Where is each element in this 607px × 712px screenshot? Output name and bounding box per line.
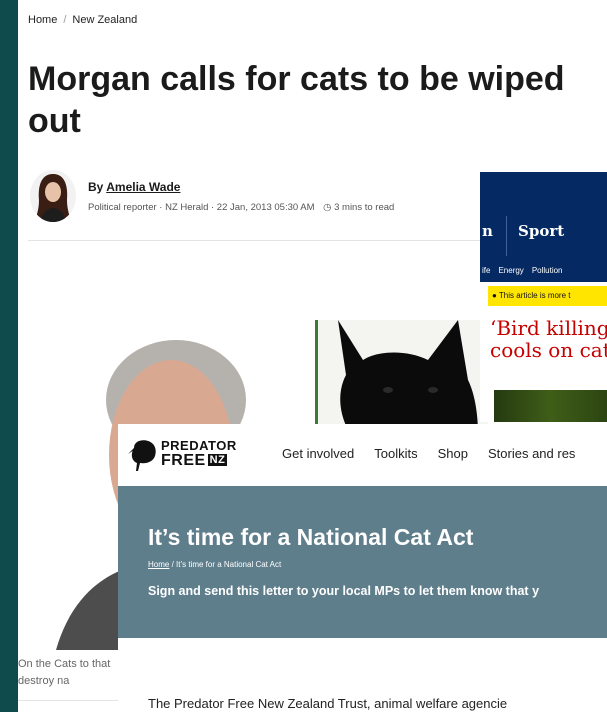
subnav-item-life[interactable]: ife — [482, 266, 490, 275]
guardian-article: n Sport ife Energy Pollution ● This articl… — [480, 172, 607, 422]
pf-breadcrumb-current: / It’s time for a National Cat Act — [169, 560, 282, 569]
author-role-date: Political reporter · NZ Herald · 22 Jan,… — [88, 202, 315, 213]
guardian-photo — [494, 390, 607, 422]
pf-subtitle: Sign and send this letter to your local … — [148, 584, 540, 598]
subnav-item-pollution[interactable]: Pollution — [532, 266, 563, 275]
nav-divider — [506, 216, 507, 256]
pf-body-text: The Predator Free New Zealand Trust, ani… — [148, 696, 508, 711]
age-warning-banner: ● This article is more t — [488, 286, 607, 306]
age-warning-text: This article is more t — [498, 291, 571, 300]
pf-logo-nz: NZ — [207, 454, 228, 466]
article-headline: Morgan calls for cats to be wiped out — [28, 60, 565, 140]
article-meta: Political reporter · NZ Herald · 22 Jan,… — [88, 202, 394, 213]
guardian-headline: ‘Bird killing cools on cat — [490, 317, 607, 361]
breadcrumb-new-zealand-link[interactable]: New Zealand — [72, 14, 137, 26]
pf-page-title: It’s time for a National Cat Act — [148, 524, 474, 550]
read-time: 3 mins to read — [334, 202, 395, 213]
breadcrumb: Home / New Zealand — [28, 14, 137, 26]
pf-logo[interactable]: PREDATOR FREE NZ — [128, 438, 258, 474]
guardian-subnav: ife Energy Pollution — [480, 260, 607, 282]
pf-logo-line1: PREDATOR — [161, 438, 237, 453]
nav-get-involved[interactable]: Get involved — [282, 446, 354, 461]
nav-shop[interactable]: Shop — [438, 446, 468, 461]
author-link[interactable]: Amelia Wade — [106, 180, 180, 194]
guardian-headline-line1: ‘Bird killing — [490, 316, 607, 340]
info-icon: ● — [492, 291, 497, 300]
divider — [28, 240, 498, 241]
nav-item-sport[interactable]: Sport — [518, 222, 564, 240]
predator-free-page: PREDATOR FREE NZ Get involved Toolkits Shop… — [118, 424, 607, 712]
byline: By Amelia Wade — [88, 180, 180, 194]
pf-header: PREDATOR FREE NZ Get involved Toolkits Shop… — [118, 424, 607, 486]
clock-icon: ◷ — [323, 202, 332, 213]
nav-item-partial[interactable]: n — [482, 222, 493, 240]
guardian-headline-line2: cools on cat — [490, 338, 607, 362]
pf-breadcrumb-home[interactable]: Home — [148, 560, 169, 569]
photo-caption: On the Cats to that destroy na — [18, 658, 111, 687]
breadcrumb-home-link[interactable]: Home — [28, 14, 57, 26]
guardian-header: n Sport — [480, 172, 607, 260]
pf-nav: Get involved Toolkits Shop Stories and res — [282, 446, 595, 461]
author-avatar — [30, 170, 76, 222]
nav-toolkits[interactable]: Toolkits — [374, 446, 417, 461]
article-photo-cat — [315, 320, 488, 430]
pf-logo-free: FREE — [161, 452, 206, 469]
kiwi-bird-icon — [128, 440, 156, 471]
pf-breadcrumb: Home / It’s time for a National Cat Act — [148, 560, 281, 569]
nav-stories[interactable]: Stories and res — [488, 446, 575, 461]
byline-prefix: By — [88, 180, 104, 194]
pf-logo-line2: FREE NZ — [161, 452, 228, 470]
subnav-item-energy[interactable]: Energy — [498, 266, 523, 275]
breadcrumb-separator: / — [63, 14, 67, 26]
